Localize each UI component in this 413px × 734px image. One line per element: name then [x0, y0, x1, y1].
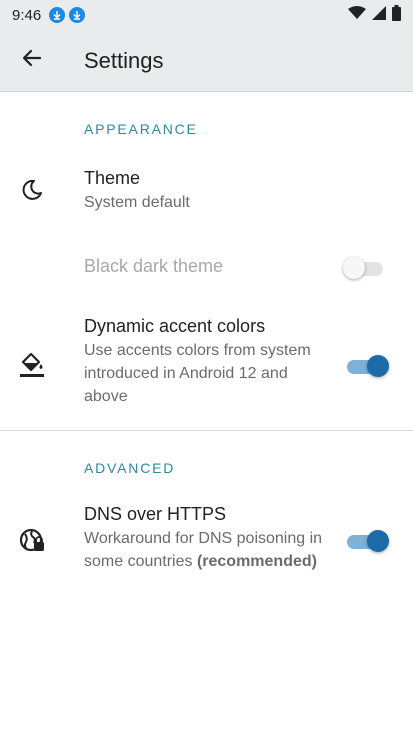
summary-line: Workaround for DNS poisoning in [84, 530, 323, 547]
pref-theme[interactable]: Theme System default [0, 150, 413, 230]
pref-dynamic-accent-colors-text: Dynamic accent colors Use accents colors… [84, 316, 311, 408]
status-bar: 9:46 [0, 0, 413, 30]
pref-theme-title: Theme [84, 168, 141, 188]
dns-over-https-switch[interactable] [347, 530, 389, 552]
pref-theme-summary: System default [84, 194, 190, 211]
pref-dns-over-https-summary: Workaround for DNS poisoning in some cou… [84, 527, 322, 573]
pref-theme-text: Theme System default [84, 168, 190, 214]
download-icon [69, 7, 86, 23]
status-system-icons [348, 5, 401, 25]
summary-text: some countries [84, 553, 193, 570]
battery-icon [392, 5, 401, 25]
pref-black-dark-theme-text: Black dark theme [84, 256, 223, 277]
summary-recommended: (recommended) [196, 553, 317, 570]
status-time: 9:46 [12, 6, 42, 24]
section-header-appearance: APPEARANCE [84, 121, 198, 137]
arrow-back-icon [22, 48, 42, 73]
back-button[interactable] [4, 33, 60, 89]
summary-line: introduced in Android 12 and [84, 365, 288, 382]
pref-dynamic-accent-colors[interactable]: Dynamic accent colors Use accents colors… [0, 304, 413, 414]
signal-icon [372, 6, 386, 24]
section-divider [0, 430, 413, 431]
pref-black-dark-theme[interactable]: Black dark theme [0, 240, 413, 292]
page-title: Settings [84, 47, 164, 73]
pref-dns-over-https[interactable]: DNS over HTTPS Workaround for DNS poison… [0, 494, 413, 584]
switch-thumb [343, 257, 365, 279]
summary-line: above [84, 388, 128, 405]
pref-dynamic-accent-colors-summary: Use accents colors from system introduce… [84, 339, 311, 408]
app-bar: Settings [0, 30, 413, 92]
pref-dns-over-https-text: DNS over HTTPS Workaround for DNS poison… [84, 504, 322, 573]
wifi-icon [348, 6, 366, 24]
summary-line: Use accents colors from system [84, 342, 311, 359]
section-header-advanced: ADVANCED [84, 460, 176, 476]
dynamic-accent-colors-switch[interactable] [347, 355, 389, 377]
moon-icon [18, 176, 46, 204]
globe-lock-icon [18, 526, 46, 554]
switch-thumb [367, 355, 389, 377]
pref-black-dark-theme-title: Black dark theme [84, 256, 224, 276]
black-dark-theme-switch[interactable] [343, 257, 387, 279]
status-notifications [49, 7, 86, 23]
summary-line: some countries (recommended) [84, 550, 322, 573]
download-icon [49, 7, 66, 23]
pref-dns-over-https-title: DNS over HTTPS [84, 504, 227, 524]
switch-thumb [367, 530, 389, 552]
paint-bucket-icon [18, 350, 46, 378]
pref-dynamic-accent-colors-title: Dynamic accent colors [84, 316, 266, 336]
